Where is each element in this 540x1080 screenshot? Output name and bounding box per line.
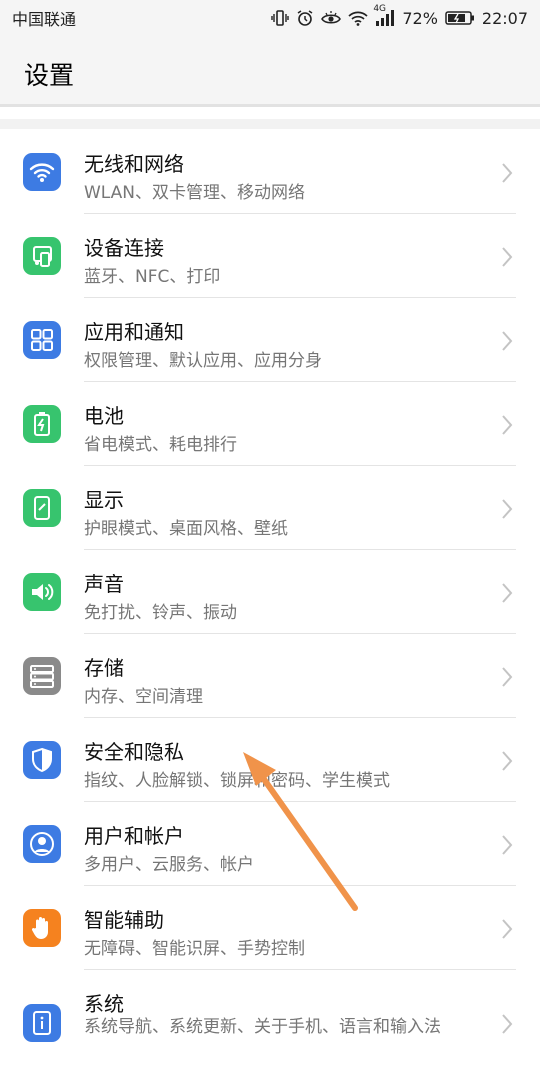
- item-subtitle: WLAN、双卡管理、移动网络: [84, 183, 306, 203]
- item-title: 存储: [84, 656, 124, 680]
- spacer: [0, 107, 540, 119]
- alarm-icon: [296, 9, 314, 27]
- settings-item-security-privacy[interactable]: 安全和隐私 指纹、人脸解锁、锁屏和密码、学生模式: [0, 718, 540, 802]
- hand-icon: [23, 909, 61, 947]
- display-icon: [23, 489, 61, 527]
- item-title: 用户和帐户: [84, 824, 184, 848]
- settings-item-apps-notifications[interactable]: 应用和通知 权限管理、默认应用、应用分身: [0, 298, 540, 382]
- header: 设置: [0, 36, 540, 104]
- chevron-right-icon: [502, 499, 513, 519]
- item-subtitle: 省电模式、耗电排行: [84, 435, 237, 455]
- settings-item-storage[interactable]: 存储 内存、空间清理: [0, 634, 540, 718]
- battery-icon: [445, 10, 475, 26]
- settings-item-wireless-network[interactable]: 无线和网络 WLAN、双卡管理、移动网络: [0, 130, 540, 214]
- wifi-icon: [23, 153, 61, 191]
- signal-icon: 4G: [373, 4, 395, 26]
- settings-item-system[interactable]: 系统 系统导航、系统更新、关于手机、语言和输入法: [0, 970, 540, 1076]
- settings-item-smart-assistance[interactable]: 智能辅助 无障碍、智能识屏、手势控制: [0, 886, 540, 970]
- item-subtitle: 护眼模式、桌面风格、壁纸: [84, 519, 288, 539]
- status-bar: 中国联通 4G 72% 22:07: [0, 0, 540, 36]
- info-icon: [23, 1004, 61, 1042]
- status-icons: 4G 72% 22:07: [271, 4, 528, 28]
- item-title: 声音: [84, 572, 124, 596]
- chevron-right-icon: [502, 919, 513, 939]
- chevron-right-icon: [502, 835, 513, 855]
- item-subtitle: 指纹、人脸解锁、锁屏和密码、学生模式: [84, 771, 390, 791]
- item-subtitle: 系统导航、系统更新、关于手机、语言和输入法: [84, 1017, 441, 1037]
- vibrate-icon: [271, 10, 290, 26]
- item-subtitle: 内存、空间清理: [84, 687, 203, 707]
- eye-comfort-icon: [321, 10, 342, 26]
- shield-icon: [23, 741, 61, 779]
- item-title: 设备连接: [84, 236, 164, 260]
- item-title: 显示: [84, 488, 124, 512]
- item-subtitle: 无障碍、智能识屏、手势控制: [84, 939, 305, 959]
- item-subtitle: 权限管理、默认应用、应用分身: [84, 351, 322, 371]
- chevron-right-icon: [502, 751, 513, 771]
- settings-item-sound[interactable]: 声音 免打扰、铃声、振动: [0, 550, 540, 634]
- page-title: 设置: [24, 61, 75, 90]
- wifi-icon: [348, 10, 368, 26]
- chevron-right-icon: [502, 583, 513, 603]
- speaker-icon: [23, 573, 61, 611]
- item-title: 智能辅助: [84, 908, 164, 932]
- item-subtitle: 免打扰、铃声、振动: [84, 603, 237, 623]
- settings-item-users-accounts[interactable]: 用户和帐户 多用户、云服务、帐户: [0, 802, 540, 886]
- section-separator: [0, 119, 540, 129]
- settings-list: 无线和网络 WLAN、双卡管理、移动网络 设备连接 蓝牙、NFC、打印 应用和通…: [0, 130, 540, 1076]
- battery-icon: [23, 405, 61, 443]
- device-connect-icon: [23, 237, 61, 275]
- chevron-right-icon: [502, 667, 513, 687]
- battery-percent: 72%: [402, 8, 438, 28]
- chevron-right-icon: [502, 163, 513, 183]
- clock: 22:07: [481, 8, 528, 28]
- apps-grid-icon: [23, 321, 61, 359]
- user-icon: [23, 825, 61, 863]
- settings-item-device-connection[interactable]: 设备连接 蓝牙、NFC、打印: [0, 214, 540, 298]
- storage-icon: [23, 657, 61, 695]
- chevron-right-icon: [502, 247, 513, 267]
- item-title: 无线和网络: [84, 152, 184, 176]
- settings-item-display[interactable]: 显示 护眼模式、桌面风格、壁纸: [0, 466, 540, 550]
- chevron-right-icon: [502, 1014, 513, 1034]
- item-title: 应用和通知: [84, 320, 184, 344]
- chevron-right-icon: [502, 331, 513, 351]
- network-type-badge: 4G: [373, 4, 387, 14]
- item-subtitle: 蓝牙、NFC、打印: [84, 267, 221, 287]
- item-subtitle: 多用户、云服务、帐户: [84, 855, 254, 875]
- settings-item-battery[interactable]: 电池 省电模式、耗电排行: [0, 382, 540, 466]
- item-title: 安全和隐私: [84, 740, 184, 764]
- item-title: 电池: [84, 404, 124, 428]
- carrier-name: 中国联通: [12, 10, 77, 29]
- chevron-right-icon: [502, 415, 513, 435]
